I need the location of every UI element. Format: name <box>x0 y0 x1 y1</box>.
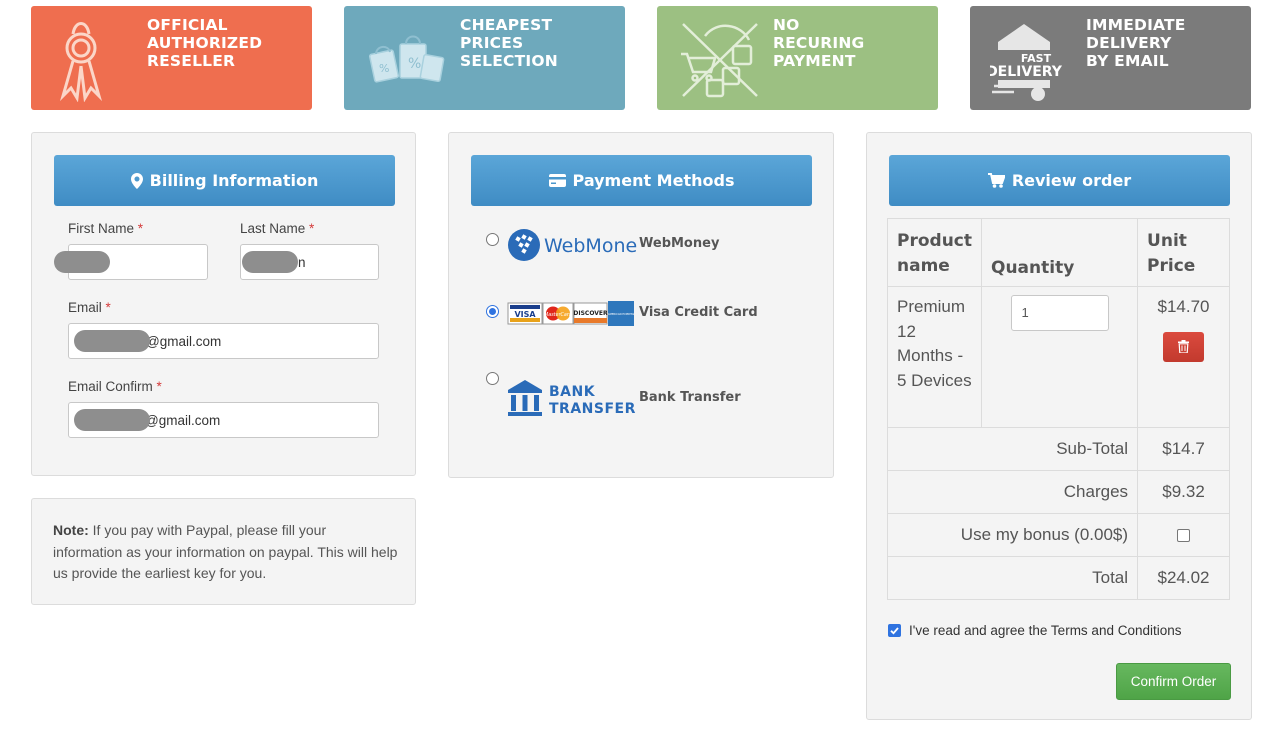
banner-line: PRICES <box>460 34 524 52</box>
visa-radio[interactable] <box>486 305 499 318</box>
banner-line: RESELLER <box>147 52 236 70</box>
banner-line: BY EMAIL <box>1086 52 1169 70</box>
confirm-order-button[interactable]: Confirm Order <box>1116 663 1231 700</box>
bonus-label: Use my bonus (0.00$) <box>886 513 1139 557</box>
webmoney-logo[interactable]: WebMoney <box>507 227 637 263</box>
banner-cheapest-prices: % % CHEAPEST PRICES SELECTION <box>344 6 625 110</box>
banner-line: CHEAPEST <box>460 16 553 34</box>
bonus-cell <box>1137 513 1230 557</box>
banner-line: OFFICIAL <box>147 16 228 34</box>
discover-card-text: DISCOVER <box>573 310 608 317</box>
check-icon <box>890 627 899 635</box>
review-title: Review order <box>1011 171 1132 190</box>
fast-delivery-icon: FAST DELIVERY <box>990 24 1063 101</box>
svg-text:%: % <box>379 62 389 75</box>
table-header-row: Product name Quantity Unit Price <box>887 218 1230 287</box>
paypal-note-panel: Note: If you pay with Paypal, please fil… <box>31 498 416 605</box>
amex-card-text: AMERICAN EXPRESS <box>608 312 635 316</box>
review-table: Product name Quantity Unit Price Premium… <box>886 218 1230 600</box>
payment-panel: Payment Methods WebMoney WebMoney VISA M… <box>448 132 834 478</box>
credit-card-icon <box>548 174 566 187</box>
banner-line: AUTHORIZED <box>147 34 263 52</box>
trash-icon <box>1178 340 1190 353</box>
note-label: Note: <box>53 522 89 538</box>
payment-header: Payment Methods <box>471 155 812 206</box>
bank-transfer-logo[interactable]: BANK TRANSFER <box>507 379 639 417</box>
total-label: Total <box>886 556 1139 600</box>
column-unit-price: Unit Price <box>1137 218 1230 287</box>
credit-cards-logo[interactable]: VISA MasterCard DISCOVER AMERICAN EXPRES… <box>507 301 635 327</box>
map-marker-icon <box>130 172 143 189</box>
review-order-panel: Review order Product name Quantity Unit … <box>866 132 1252 720</box>
terms-checkbox[interactable] <box>888 624 901 637</box>
note-text: Note: If you pay with Paypal, please fil… <box>53 520 398 585</box>
svg-text:%: % <box>408 56 421 72</box>
table-row: Premium 12 Months - 5 Devices 1 $14.70 <box>887 286 1230 428</box>
billing-header: Billing Information <box>54 155 395 206</box>
unit-price-cell: $14.70 <box>1137 286 1230 428</box>
bank-transfer-radio[interactable] <box>486 372 499 385</box>
unit-price: $14.70 <box>1157 297 1210 316</box>
redaction-blur <box>74 330 150 352</box>
banner-line: IMMEDIATE <box>1086 16 1186 34</box>
banner-line: PAYMENT <box>773 52 856 70</box>
review-header: Review order <box>889 155 1230 206</box>
bonus-checkbox[interactable] <box>1177 528 1191 542</box>
redaction-blur <box>74 409 150 431</box>
subtotal-row: Sub-Total $14.7 <box>886 427 1230 471</box>
first-name-label: First Name * <box>68 221 144 236</box>
email-label: Email * <box>68 300 111 315</box>
no-recurring-cart-icon <box>681 23 758 98</box>
banner-line: RECURING <box>773 34 865 52</box>
charges-label: Charges <box>886 470 1139 514</box>
redaction-blur <box>242 251 298 273</box>
webmoney-radio[interactable] <box>486 233 499 246</box>
delete-item-button[interactable] <box>1163 331 1205 362</box>
banner-line: NO <box>773 16 800 34</box>
bonus-row: Use my bonus (0.00$) <box>886 513 1230 557</box>
billing-panel: Billing Information First Name * Last Na… <box>31 132 416 476</box>
total-row: Total $24.02 <box>886 556 1230 600</box>
note-body: If you pay with Paypal, please fill your… <box>53 522 398 581</box>
column-product-name: Product name <box>887 218 982 287</box>
charges-row: Charges $9.32 <box>886 470 1230 514</box>
quantity-cell: 1 <box>980 286 1139 428</box>
visa-label: Visa Credit Card <box>639 305 758 320</box>
email-confirm-label: Email Confirm * <box>68 379 162 394</box>
webmoney-label: WebMoney <box>639 236 720 251</box>
total-value: $24.02 <box>1137 556 1230 600</box>
billing-title: Billing Information <box>149 171 319 190</box>
subtotal-value: $14.7 <box>1137 427 1230 471</box>
webmoney-logo-text: WebMoney <box>544 235 637 257</box>
terms-label[interactable]: I've read and agree the Terms and Condit… <box>909 623 1182 638</box>
redaction-blur <box>54 251 110 273</box>
transfer-logo-text: TRANSFER <box>549 401 636 417</box>
quantity-value: 1 <box>1021 304 1029 320</box>
column-quantity: Quantity <box>980 218 1139 287</box>
banner-no-recurring: NO RECURING PAYMENT <box>657 6 938 110</box>
award-ribbon-icon <box>59 22 103 102</box>
banner-official-reseller: OFFICIAL AUTHORIZED RESELLER <box>31 6 312 110</box>
banner-line: DELIVERY <box>1086 34 1172 52</box>
subtotal-label: Sub-Total <box>886 427 1139 471</box>
mastercard-card-text: MasterCard <box>544 312 573 318</box>
last-name-label: Last Name * <box>240 221 315 236</box>
bank-transfer-label: Bank Transfer <box>639 390 741 405</box>
product-name: Premium 12 Months - 5 Devices <box>887 286 982 428</box>
shopping-bags-icon: % % <box>368 35 445 83</box>
visa-card-text: VISA <box>514 310 536 319</box>
delivery-text: DELIVERY <box>990 64 1063 80</box>
shopping-cart-icon <box>987 173 1005 188</box>
charges-value: $9.32 <box>1137 470 1230 514</box>
bank-logo-text: BANK <box>549 384 596 400</box>
terms-agreement: I've read and agree the Terms and Condit… <box>888 623 1182 638</box>
banner-immediate-delivery: FAST DELIVERY IMMEDIATE DELIVERY BY EMAI… <box>970 6 1251 110</box>
payment-title: Payment Methods <box>572 171 735 190</box>
banner-line: SELECTION <box>460 52 558 70</box>
quantity-input[interactable]: 1 <box>1010 295 1109 331</box>
